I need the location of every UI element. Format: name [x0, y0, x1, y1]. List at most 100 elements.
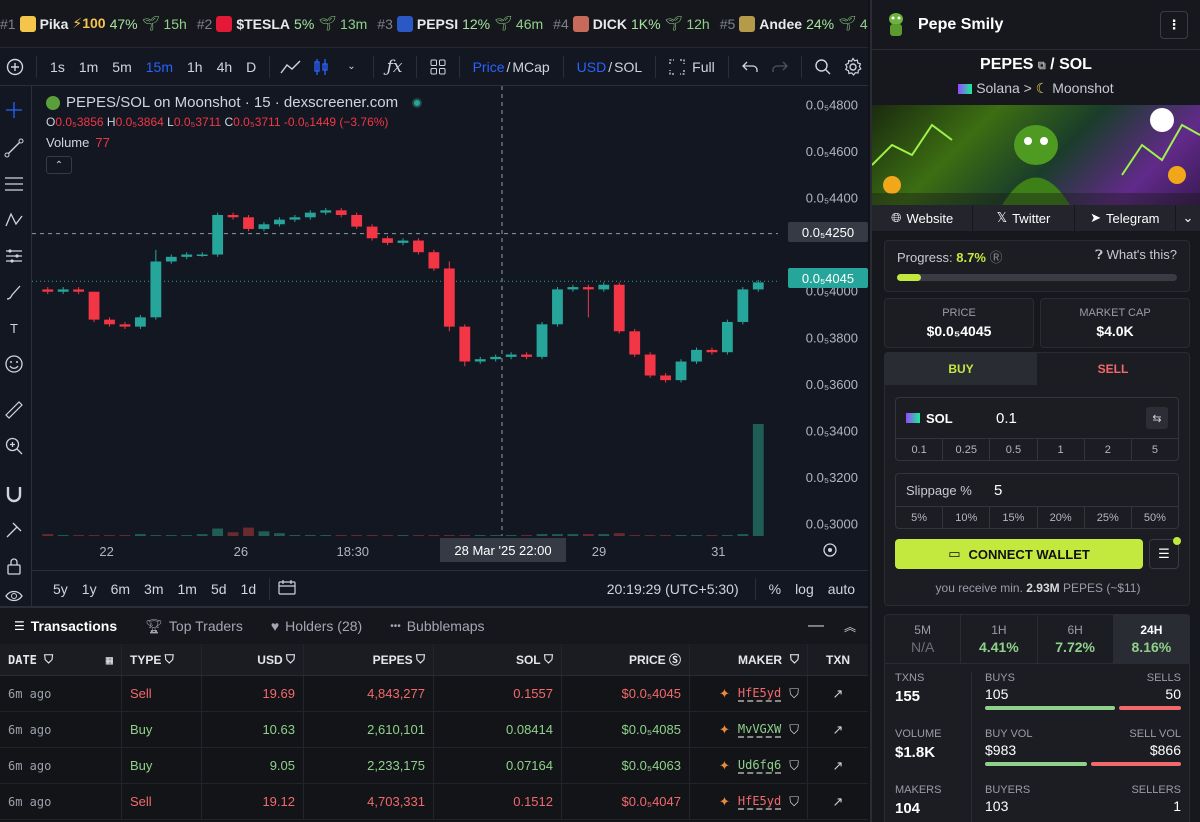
sol-toggle[interactable]: SOL — [612, 59, 649, 75]
tab-holders[interactable]: ♥ Holders (28) — [257, 618, 376, 634]
maker-address[interactable]: Ud6fq6 — [737, 758, 782, 774]
quick-search-icon[interactable] — [812, 55, 834, 79]
slippage-preset[interactable]: 50% — [1132, 507, 1178, 528]
amount-preset[interactable]: 2 — [1085, 439, 1132, 460]
log-toggle[interactable]: log — [788, 581, 821, 597]
ruler-icon[interactable] — [0, 396, 28, 424]
crosshair-icon[interactable] — [0, 96, 28, 124]
more-menu-icon[interactable]: ⋮ — [1160, 10, 1188, 39]
currency-icon[interactable]: Ⓢ — [669, 651, 681, 668]
interval-5m[interactable]: 5m — [105, 59, 138, 75]
trending-item[interactable]: #2 $TESLA 5% 🌱︎ 13m — [197, 15, 378, 32]
dex-name[interactable]: Moonshot — [1052, 80, 1113, 96]
interval-4h[interactable]: 4h — [210, 59, 240, 75]
trade-settings-button[interactable]: ☰ — [1149, 537, 1181, 569]
tab-transactions[interactable]: ☰ Transactions — [0, 618, 131, 634]
range-1y[interactable]: 1y — [75, 581, 104, 597]
col-price[interactable]: PRICE Ⓢ — [562, 644, 690, 675]
line-chart-icon[interactable] — [280, 55, 302, 79]
table-row[interactable]: 6m ago Buy 9.05 2,233,175 0.07164 $0.0₅4063 ✦ U… — [0, 748, 868, 784]
range-3m[interactable]: 3m — [137, 581, 170, 597]
pattern-icon[interactable] — [0, 206, 28, 234]
telegram-link[interactable]: ➤ Telegram — [1075, 205, 1176, 231]
tab-top-traders[interactable]: 🏆︎ Top Traders — [131, 618, 257, 635]
col-sol[interactable]: SOL ⛉ — [434, 644, 562, 675]
filter-icon[interactable]: ⛉ — [44, 652, 53, 667]
interval-1s[interactable]: 1s — [43, 59, 72, 75]
fib-retracement-icon[interactable] — [0, 170, 28, 198]
calendar-icon[interactable]: ▦ — [106, 653, 113, 667]
collapse-legend-button[interactable]: ⌃ — [46, 156, 72, 174]
filter-icon[interactable]: ⛉ — [286, 652, 295, 667]
indicators-icon[interactable]: ƒx — [383, 55, 405, 79]
filter-icon[interactable]: ⛉ — [789, 722, 799, 738]
usd-toggle[interactable]: USD — [570, 59, 609, 75]
chart-settings-icon[interactable] — [822, 542, 838, 561]
maker-address[interactable]: HfE5yd — [737, 794, 782, 810]
twitter-link[interactable]: 𝕏 Twitter — [973, 205, 1075, 231]
maker-address[interactable]: HfE5yd — [737, 686, 782, 702]
range-5y[interactable]: 5y — [46, 581, 75, 597]
filter-icon[interactable]: ⛉ — [544, 652, 553, 667]
range-5d[interactable]: 5d — [204, 581, 234, 597]
full-button[interactable]: Full — [692, 59, 722, 75]
amount-preset[interactable]: 1 — [1038, 439, 1085, 460]
interval-15m[interactable]: 15m — [139, 59, 180, 75]
prediction-icon[interactable] — [0, 242, 28, 270]
brush-icon[interactable] — [0, 278, 28, 306]
slippage-preset[interactable]: 10% — [943, 507, 991, 528]
interval-1h[interactable]: 1h — [180, 59, 210, 75]
filter-icon[interactable]: ⛉ — [790, 652, 799, 667]
layout-grid-icon[interactable] — [427, 55, 449, 79]
interval-D[interactable]: D — [239, 59, 263, 75]
chevron-down-icon[interactable]: ⌄ — [340, 55, 362, 79]
amount-preset[interactable]: 0.1 — [896, 439, 944, 460]
expand-icon[interactable]: ︽ — [844, 618, 856, 635]
price-chart[interactable]: 0.0₅4800 0.0₅4600 0.0₅4400 0.0₅4000 0.0₅3800… — [32, 86, 868, 570]
settings-gear-icon[interactable] — [842, 55, 864, 79]
table-row[interactable]: 6m ago Sell 19.12 4,703,331 0.1512 $0.0₅4047 ✦… — [0, 784, 868, 820]
percent-toggle[interactable]: % — [762, 581, 788, 597]
slippage-preset[interactable]: 25% — [1085, 507, 1132, 528]
date-range-icon[interactable] — [278, 579, 296, 598]
whats-this-link[interactable]: ❓︎ What's this? — [1095, 247, 1177, 266]
candles-icon[interactable] — [310, 55, 332, 79]
trending-item[interactable]: #3 PEPSI 12% 🌱︎ 46m — [377, 15, 553, 32]
swap-icon[interactable]: ⇆ — [1146, 407, 1168, 429]
filter-icon[interactable]: ⛉ — [789, 758, 799, 774]
filter-icon[interactable]: ⛉ — [789, 794, 799, 810]
maker-address[interactable]: MvVGXW — [737, 722, 782, 738]
minimize-icon[interactable]: — — [808, 617, 824, 635]
amount-preset[interactable]: 0.5 — [990, 439, 1038, 460]
range-6m[interactable]: 6m — [104, 581, 137, 597]
redo-icon[interactable] — [769, 55, 791, 79]
emoji-icon[interactable] — [0, 350, 28, 378]
connect-wallet-button[interactable]: ▭ CONNECT WALLET — [895, 539, 1143, 569]
col-type[interactable]: TYPE ⛉ — [122, 644, 202, 675]
col-pepes[interactable]: PEPES ⛉ — [304, 644, 434, 675]
period-tab-1h[interactable]: 1H 4.41% — [961, 615, 1038, 663]
slippage-input[interactable]: 5 — [994, 482, 1002, 499]
tab-bubblemaps[interactable]: ••• Bubblemaps — [376, 618, 498, 634]
buy-tab[interactable]: BUY — [885, 353, 1037, 385]
external-link-icon[interactable]: ↗ — [833, 794, 844, 810]
external-link-icon[interactable]: ↗ — [833, 758, 844, 774]
period-tab-5m[interactable]: 5M N/A — [885, 615, 962, 663]
col-date[interactable]: DATE ⛉ ▦ — [0, 644, 122, 675]
col-maker[interactable]: MAKER ⛉ — [690, 644, 808, 675]
amount-preset[interactable]: 0.25 — [943, 439, 991, 460]
chain-name[interactable]: Solana — [976, 80, 1020, 96]
website-link[interactable]: 🌐︎ Website — [872, 205, 974, 231]
price-toggle[interactable]: Price — [466, 59, 507, 75]
mcap-toggle[interactable]: MCap — [510, 59, 556, 75]
table-row[interactable]: 6m ago Buy 10.63 2,610,101 0.08414 $0.0₅4085 ✦… — [0, 712, 868, 748]
table-row[interactable]: 6m ago Sell 19.69 4,843,277 0.1557 $0.0₅4045 ✦… — [0, 676, 868, 712]
trending-item[interactable]: #1 Pika ⚡100 47% 🌱︎ 15h — [0, 15, 197, 32]
amount-preset[interactable]: 5 — [1132, 439, 1178, 460]
filter-icon[interactable]: ⛉ — [416, 652, 425, 667]
interval-1m[interactable]: 1m — [72, 59, 105, 75]
slippage-preset[interactable]: 20% — [1038, 507, 1085, 528]
more-links-chevron-icon[interactable]: ⌄ — [1176, 205, 1200, 231]
magnet-icon[interactable] — [0, 480, 28, 508]
col-usd[interactable]: USD ⛉ — [202, 644, 304, 675]
